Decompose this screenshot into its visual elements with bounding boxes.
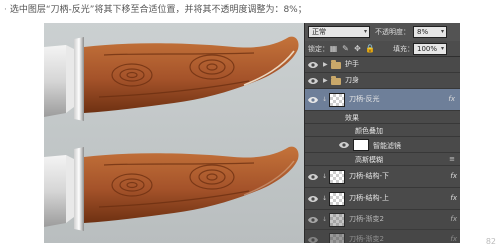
layer-thumbnail: [329, 170, 345, 184]
eye-icon[interactable]: [339, 141, 349, 149]
opacity-field[interactable]: 8% ▾: [413, 26, 447, 38]
layers-panel: 正常 ▾ 不透明度： 8% ▾ 锁定： ▦ ✎ ✥ 🔒 填充： 100% ▾ ▶…: [304, 23, 460, 243]
expand-arrow-icon[interactable]: ▶: [323, 76, 328, 85]
eye-icon[interactable]: [308, 77, 318, 85]
lock-move-icon[interactable]: ✥: [353, 44, 362, 53]
chevron-down-icon: ▾: [440, 28, 444, 35]
fx-icon[interactable]: fx: [450, 172, 457, 180]
eye-icon[interactable]: [308, 216, 318, 224]
clip-arrow-icon: ↓: [322, 195, 328, 202]
filter-row-gaussian-blur[interactable]: 高斯模糊 ≡: [305, 153, 460, 166]
canvas-preview: [44, 23, 304, 243]
lock-label: 锁定：: [308, 45, 329, 53]
blend-mode-select[interactable]: 正常 ▾: [308, 26, 370, 38]
effect-row-color-overlay[interactable]: 颜色叠加: [305, 124, 460, 137]
expand-arrow-icon[interactable]: ▶: [323, 60, 328, 69]
smart-filter-label: 智能滤镜: [373, 142, 401, 150]
layer-name: 刀柄-结构-上: [349, 194, 390, 202]
lock-transparent-icon[interactable]: ▦: [329, 44, 338, 53]
fill-label: 填充：: [393, 45, 414, 53]
effects-header-row[interactable]: 效果: [305, 111, 460, 124]
effects-label: 效果: [345, 114, 359, 122]
layer-name: 刀身: [345, 76, 359, 84]
fx-icon[interactable]: fx: [448, 95, 455, 103]
opacity-label: 不透明度：: [375, 28, 410, 36]
effect-name: 颜色叠加: [355, 127, 383, 135]
layer-row-group-guard[interactable]: ▶ 护手: [305, 57, 460, 73]
knife-preview-before: [44, 25, 304, 133]
layer-name: 刀柄-渐变2: [349, 215, 384, 223]
instruction-text: · 选中图层“刀柄-反光”将其下移至合适位置，并将其不透明度调整为：8%；: [4, 3, 496, 17]
bullet: ·: [4, 5, 7, 15]
eye-icon[interactable]: [308, 96, 318, 104]
layer-row-handle-structure-lower[interactable]: ↓ 刀柄-结构-下 fx: [305, 166, 460, 188]
eye-icon[interactable]: [308, 61, 318, 69]
page-number: 82: [485, 237, 496, 246]
layer-name: 刀柄-反光: [349, 95, 380, 103]
lock-all-icon[interactable]: 🔒: [365, 44, 375, 53]
layer-thumbnail: [329, 233, 345, 243]
filter-options-icon[interactable]: ≡: [449, 155, 455, 163]
layer-row-group-blade[interactable]: ▶ 刀身: [305, 73, 460, 89]
layer-name: 刀柄-结构-下: [349, 172, 390, 180]
knife-preview-after: [44, 135, 304, 243]
lock-row: 锁定： ▦ ✎ ✥ 🔒 填充： 100% ▾: [305, 41, 460, 57]
eye-icon[interactable]: [308, 236, 318, 243]
chevron-down-icon: ▾: [440, 45, 444, 52]
folder-icon: [331, 76, 341, 85]
fill-value: 100%: [417, 45, 438, 53]
instruction-body: 选中图层“刀柄-反光”将其下移至合适位置，并将其不透明度调整为：8%；: [9, 5, 307, 15]
layer-row-handle-gradient-2[interactable]: ↓ 刀柄-渐变2 fx: [305, 210, 460, 230]
layer-row-handle-structure-upper[interactable]: ↓ 刀柄-结构-上 fx: [305, 188, 460, 210]
clip-arrow-icon: ↓: [322, 96, 328, 103]
layer-thumbnail: [329, 213, 345, 227]
clip-arrow-icon: ↓: [322, 173, 328, 180]
fill-field[interactable]: 100% ▾: [413, 43, 447, 55]
layer-name: 刀柄-渐变2: [349, 235, 384, 243]
layer-row-handle-highlight[interactable]: ↓ 刀柄-反光 fx: [305, 89, 460, 111]
clip-arrow-icon: ↓: [322, 216, 328, 223]
filter-mask-thumbnail: [353, 139, 369, 151]
layer-name: 护手: [345, 60, 359, 68]
fx-icon[interactable]: fx: [450, 215, 457, 223]
layer-thumbnail: [329, 93, 345, 107]
filter-name: 高斯模糊: [355, 156, 383, 164]
layer-thumbnail: [329, 192, 345, 206]
layer-row-handle-gradient-2-faded[interactable]: 刀柄-渐变2 fx: [305, 230, 460, 243]
opacity-value: 8%: [417, 28, 429, 36]
blend-mode-value: 正常: [312, 28, 326, 36]
panel-top-row: 正常 ▾ 不透明度： 8% ▾: [305, 23, 460, 41]
smart-filter-row[interactable]: 智能滤镜: [305, 137, 460, 153]
chevron-down-icon: ▾: [363, 28, 367, 35]
fx-icon[interactable]: fx: [450, 194, 457, 202]
eye-icon[interactable]: [308, 195, 318, 203]
fx-icon[interactable]: fx: [450, 235, 457, 243]
eye-icon[interactable]: [308, 173, 318, 181]
folder-icon: [331, 60, 341, 69]
lock-brush-icon[interactable]: ✎: [341, 44, 350, 53]
